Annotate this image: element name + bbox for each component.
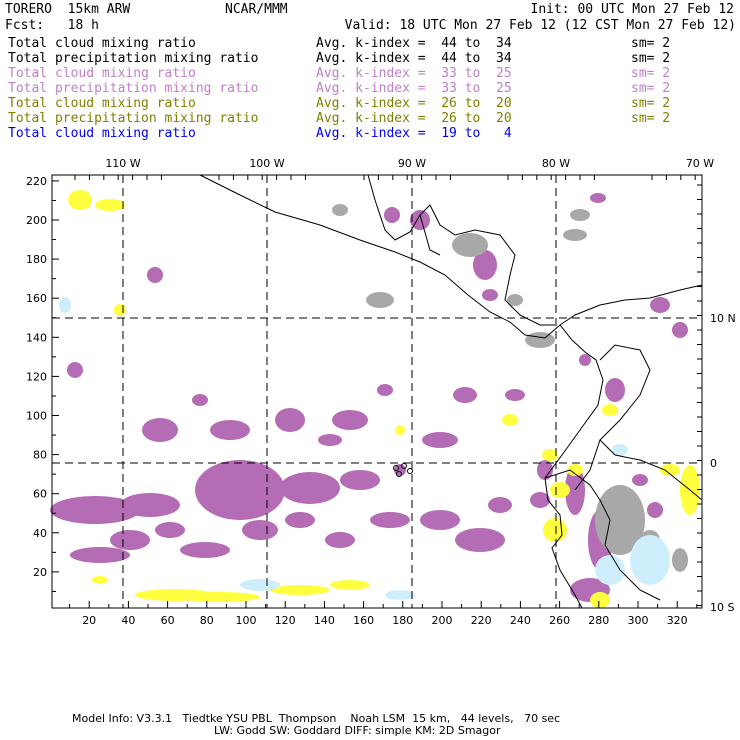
purple-cloud-region xyxy=(70,547,130,563)
purple-cloud-region xyxy=(318,434,342,446)
y-tick-label: 220 xyxy=(26,175,47,188)
purple-cloud-region xyxy=(377,384,393,396)
lightblue-cloud-region xyxy=(240,579,280,591)
lightblue-cloud-region xyxy=(385,590,415,600)
x-tick-label: 260 xyxy=(549,614,570,627)
x-tick-label: 280 xyxy=(588,614,609,627)
x-tick-label: 220 xyxy=(471,614,492,627)
purple-cloud-region xyxy=(453,387,477,403)
x-tick-label: 120 xyxy=(275,614,296,627)
x-tick-label: 160 xyxy=(353,614,374,627)
x-tick-label: 40 xyxy=(121,614,135,627)
x-tick-label: 100 xyxy=(236,614,257,627)
x-tick-label: 180 xyxy=(392,614,413,627)
purple-cloud-region xyxy=(275,408,305,432)
purple-cloud-region xyxy=(242,520,278,540)
purple-cloud-region xyxy=(632,474,648,486)
purple-cloud-region xyxy=(505,389,525,401)
longitude-label: 110 W xyxy=(105,157,140,170)
y-tick-label: 200 xyxy=(26,214,47,227)
longitude-label: 100 W xyxy=(249,157,284,170)
latitude-label: 10 N xyxy=(710,312,736,325)
y-tick-label: 80 xyxy=(33,449,47,462)
latitude-label: 10 S xyxy=(710,601,734,614)
yellow-cloud-region xyxy=(95,199,125,211)
x-tick-label: 320 xyxy=(667,614,688,627)
y-tick-label: 160 xyxy=(26,292,47,305)
purple-cloud-region xyxy=(147,267,163,283)
purple-cloud-region xyxy=(647,502,663,518)
purple-cloud-region xyxy=(155,522,185,538)
purple-cloud-region xyxy=(488,497,512,513)
yellow-cloud-region xyxy=(68,190,92,210)
x-tick-label: 80 xyxy=(200,614,214,627)
purple-cloud-region xyxy=(340,470,380,490)
y-tick-label: 140 xyxy=(26,331,47,344)
x-tick-label: 200 xyxy=(432,614,453,627)
longitude-label: 90 W xyxy=(398,157,426,170)
purple-cloud-region xyxy=(210,420,250,440)
purple-cloud-region xyxy=(110,530,150,550)
latitude-label: 0 xyxy=(710,457,717,470)
purple-cloud-region xyxy=(285,512,315,528)
gray-cloud-region xyxy=(525,332,555,348)
gray-cloud-region xyxy=(570,209,590,221)
purple-cloud-region xyxy=(482,289,498,301)
coastline xyxy=(559,284,703,326)
yellow-cloud-region xyxy=(502,414,518,426)
lightblue-cloud-region xyxy=(59,297,71,313)
purple-cloud-region xyxy=(579,354,591,366)
y-tick-label: 40 xyxy=(33,527,47,540)
yellow-cloud-region xyxy=(330,580,370,590)
purple-cloud-region xyxy=(605,378,625,402)
gray-cloud-region xyxy=(366,292,394,308)
yellow-cloud-region xyxy=(395,425,405,435)
yellow-cloud-region xyxy=(180,592,260,602)
purple-cloud-region xyxy=(590,193,606,203)
purple-cloud-region xyxy=(280,472,340,504)
model-info-line2: LW: Godd SW: Goddard DIFF: simple KM: 2D… xyxy=(214,724,501,737)
yellow-cloud-region xyxy=(92,576,108,584)
yellow-cloud-region xyxy=(602,404,618,416)
purple-cloud-region xyxy=(420,510,460,530)
purple-cloud-region xyxy=(370,512,410,528)
gray-cloud-region xyxy=(672,548,688,572)
longitude-label: 70 W xyxy=(686,157,714,170)
purple-cloud-region xyxy=(67,362,83,378)
purple-cloud-region xyxy=(650,297,670,313)
y-tick-label: 180 xyxy=(26,253,47,266)
y-tick-label: 20 xyxy=(33,566,47,579)
gray-cloud-region xyxy=(563,229,587,241)
purple-cloud-region xyxy=(332,410,368,430)
longitude-label: 80 W xyxy=(542,157,570,170)
purple-cloud-region xyxy=(195,460,285,520)
purple-cloud-region xyxy=(455,528,505,552)
yellow-cloud-region xyxy=(590,592,610,608)
purple-cloud-region xyxy=(142,418,178,442)
gray-cloud-region xyxy=(332,204,348,216)
map-plot: 20 40 60 80 100 120 140 160 180 200 220 240 260 280 30… xyxy=(26,157,736,627)
lightblue-cloud-region xyxy=(630,535,670,585)
x-tick-label: 60 xyxy=(161,614,175,627)
x-tick-label: 140 xyxy=(314,614,335,627)
purple-cloud-region xyxy=(672,322,688,338)
purple-cloud-region xyxy=(325,532,355,548)
x-tick-label: 300 xyxy=(628,614,649,627)
purple-cloud-region xyxy=(384,207,400,223)
purple-cloud-region xyxy=(422,432,458,448)
yellow-cloud-region xyxy=(550,482,570,498)
x-tick-label: 240 xyxy=(510,614,531,627)
x-tick-label: 20 xyxy=(82,614,96,627)
y-tick-label: 120 xyxy=(26,370,47,383)
coastline xyxy=(199,174,604,609)
yellow-cloud-region xyxy=(543,518,567,542)
y-tick-label: 100 xyxy=(26,410,47,423)
gray-cloud-region xyxy=(452,233,488,257)
galapagos-island xyxy=(407,468,413,474)
purple-cloud-region xyxy=(120,493,180,517)
y-tick-label: 60 xyxy=(33,488,47,501)
purple-cloud-region xyxy=(180,542,230,558)
purple-cloud-region xyxy=(192,394,208,406)
yellow-cloud-region xyxy=(114,304,126,316)
